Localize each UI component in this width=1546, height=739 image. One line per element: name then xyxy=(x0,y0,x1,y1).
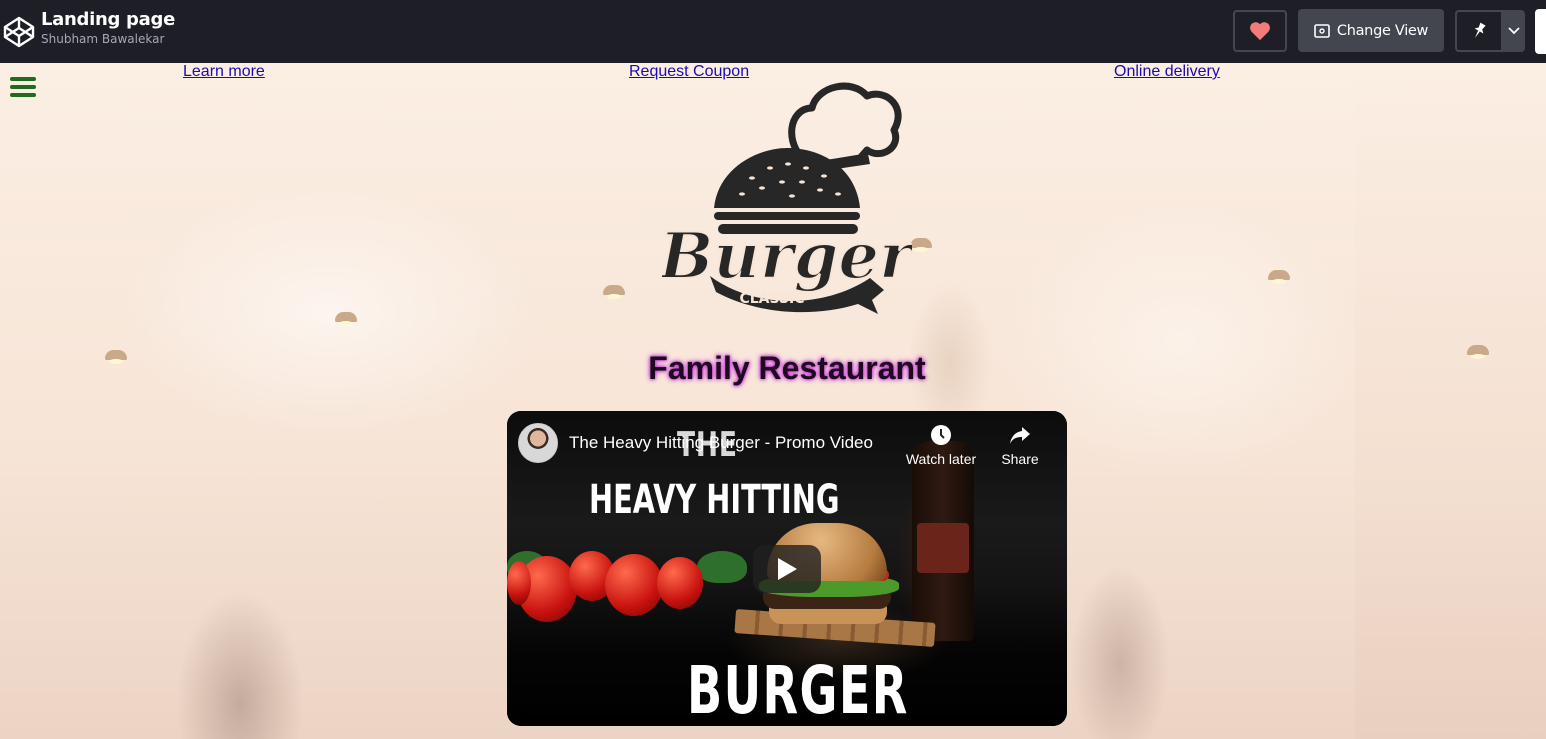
share-button[interactable]: Share xyxy=(997,423,1043,467)
hamburger-menu-icon[interactable] xyxy=(10,77,36,97)
video-title[interactable]: The Heavy Hitting Burger - Promo Video xyxy=(569,433,873,453)
watch-later-button[interactable]: Watch later xyxy=(902,423,980,467)
tomato-decoration xyxy=(507,561,531,605)
layout-icon xyxy=(1314,23,1330,38)
watch-later-label: Watch later xyxy=(905,451,977,467)
tomato-decoration xyxy=(605,554,663,616)
codepen-logo-icon[interactable] xyxy=(3,16,35,48)
bottle-label-decoration xyxy=(917,523,969,573)
chevron-down-icon xyxy=(1508,27,1520,35)
editor-topbar: Landing page Shubham Bawalekar Change Vi… xyxy=(0,0,1546,63)
heart-icon xyxy=(1250,22,1270,41)
lamp-decoration xyxy=(910,238,932,252)
learn-more-link[interactable]: Learn more xyxy=(183,63,265,81)
pen-title[interactable]: Landing page xyxy=(41,9,175,31)
play-button[interactable] xyxy=(753,545,821,593)
logo-tagline: CLASSIC xyxy=(739,291,804,307)
lamp-decoration xyxy=(603,285,625,299)
pen-author[interactable]: Shubham Bawalekar xyxy=(41,31,175,47)
pin-button[interactable] xyxy=(1455,10,1503,52)
thumbnail-text-heavy-hitting: HEAVY HITTING xyxy=(589,477,840,523)
background-repeat-right xyxy=(1355,63,1546,739)
share-label: Share xyxy=(1001,451,1039,467)
pen-title-block: Landing page Shubham Bawalekar xyxy=(41,9,175,47)
youtube-video-embed[interactable]: THE HEAVY HITTING BURGER The Heavy Hitti… xyxy=(507,411,1067,726)
pin-dropdown-button[interactable] xyxy=(1503,10,1525,52)
channel-avatar[interactable] xyxy=(518,423,558,463)
hero-title: Family Restaurant xyxy=(648,350,926,386)
clock-icon xyxy=(931,425,951,445)
online-delivery-link[interactable]: Online delivery xyxy=(1114,63,1220,81)
change-view-label: Change View xyxy=(1336,22,1429,39)
lamp-decoration xyxy=(335,312,357,326)
play-icon xyxy=(778,558,797,580)
thumbnail-text-burger: BURGER xyxy=(687,652,909,726)
herb-decoration xyxy=(697,551,747,583)
share-arrow-icon xyxy=(1010,427,1030,444)
user-avatar[interactable] xyxy=(1535,9,1546,54)
like-button[interactable] xyxy=(1233,10,1287,52)
tomato-decoration xyxy=(657,557,703,609)
change-view-button[interactable]: Change View xyxy=(1298,9,1444,52)
lamp-decoration xyxy=(1268,270,1290,284)
pin-icon xyxy=(1474,22,1486,38)
burger-classic-logo: Burger CLASSIC xyxy=(662,82,912,314)
